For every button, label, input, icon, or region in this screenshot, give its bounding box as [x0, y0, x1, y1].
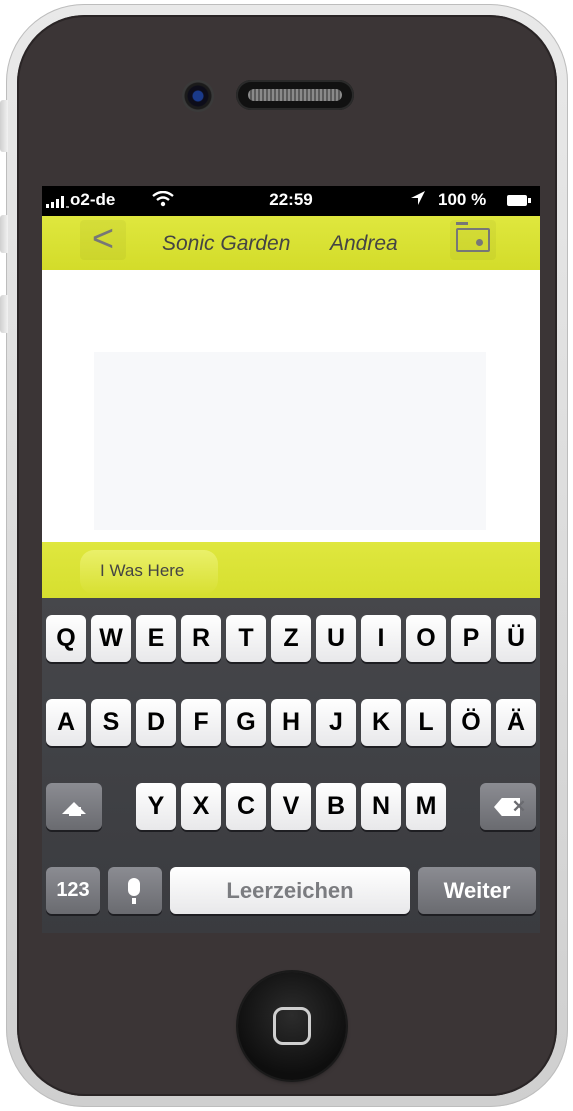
- home-button-icon: [273, 1007, 311, 1045]
- key-x[interactable]: X: [181, 783, 221, 830]
- key-n[interactable]: N: [361, 783, 401, 830]
- key-l[interactable]: L: [406, 699, 446, 746]
- return-key[interactable]: Weiter: [418, 867, 536, 914]
- folder-button[interactable]: [450, 220, 496, 260]
- key-h[interactable]: H: [271, 699, 311, 746]
- volume-up-button: [0, 215, 8, 253]
- numbers-key[interactable]: 123: [46, 867, 100, 914]
- tag-bar: I Was Here: [42, 542, 540, 598]
- dictation-key[interactable]: [108, 867, 162, 914]
- space-key[interactable]: Leerzeichen: [170, 867, 410, 914]
- key-o[interactable]: O: [406, 615, 446, 662]
- key-v[interactable]: V: [271, 783, 311, 830]
- nav-title-app: Sonic Garden: [162, 232, 291, 255]
- battery-icon: [507, 195, 531, 206]
- screen: o2-de 22:59 100 % < Sonic Garden Andrea …: [42, 186, 540, 933]
- key-u-umlaut[interactable]: Ü: [496, 615, 536, 662]
- front-camera: [182, 80, 214, 112]
- key-o-umlaut[interactable]: Ö: [451, 699, 491, 746]
- key-b[interactable]: B: [316, 783, 356, 830]
- key-a-umlaut[interactable]: Ä: [496, 699, 536, 746]
- key-i[interactable]: I: [361, 615, 401, 662]
- key-m[interactable]: M: [406, 783, 446, 830]
- mute-switch: [0, 100, 8, 152]
- key-r[interactable]: R: [181, 615, 221, 662]
- folder-camera-icon: [456, 222, 490, 252]
- key-d[interactable]: D: [136, 699, 176, 746]
- backspace-key[interactable]: ✕: [480, 783, 536, 830]
- volume-down-button: [0, 295, 8, 333]
- home-button[interactable]: [238, 972, 346, 1080]
- nav-title-user: Andrea: [330, 232, 398, 255]
- key-a[interactable]: A: [46, 699, 86, 746]
- key-u[interactable]: U: [316, 615, 356, 662]
- back-chevron-icon: <: [91, 218, 115, 260]
- key-t[interactable]: T: [226, 615, 266, 662]
- tag-label: I Was Here: [100, 561, 185, 580]
- location-arrow-icon: [410, 190, 426, 211]
- key-s[interactable]: S: [91, 699, 131, 746]
- status-bar: o2-de 22:59 100 %: [42, 186, 540, 216]
- content-area: [42, 270, 540, 542]
- key-f[interactable]: F: [181, 699, 221, 746]
- shift-icon: [62, 792, 86, 820]
- keyboard: Q W E R T Z U I O P Ü A S D F G H J K L …: [42, 598, 540, 933]
- key-c[interactable]: C: [226, 783, 266, 830]
- key-y[interactable]: Y: [136, 783, 176, 830]
- key-q[interactable]: Q: [46, 615, 86, 662]
- navigation-bar: < Sonic Garden Andrea: [42, 216, 540, 270]
- key-w[interactable]: W: [91, 615, 131, 662]
- key-p[interactable]: P: [451, 615, 491, 662]
- key-z[interactable]: Z: [271, 615, 311, 662]
- battery-percent: 100 %: [438, 190, 487, 209]
- earpiece-speaker: [236, 80, 354, 110]
- key-g[interactable]: G: [226, 699, 266, 746]
- shift-key[interactable]: [46, 783, 102, 830]
- key-k[interactable]: K: [361, 699, 401, 746]
- back-button[interactable]: <: [80, 220, 126, 260]
- content-panel: [94, 352, 486, 530]
- key-j[interactable]: J: [316, 699, 356, 746]
- key-e[interactable]: E: [136, 615, 176, 662]
